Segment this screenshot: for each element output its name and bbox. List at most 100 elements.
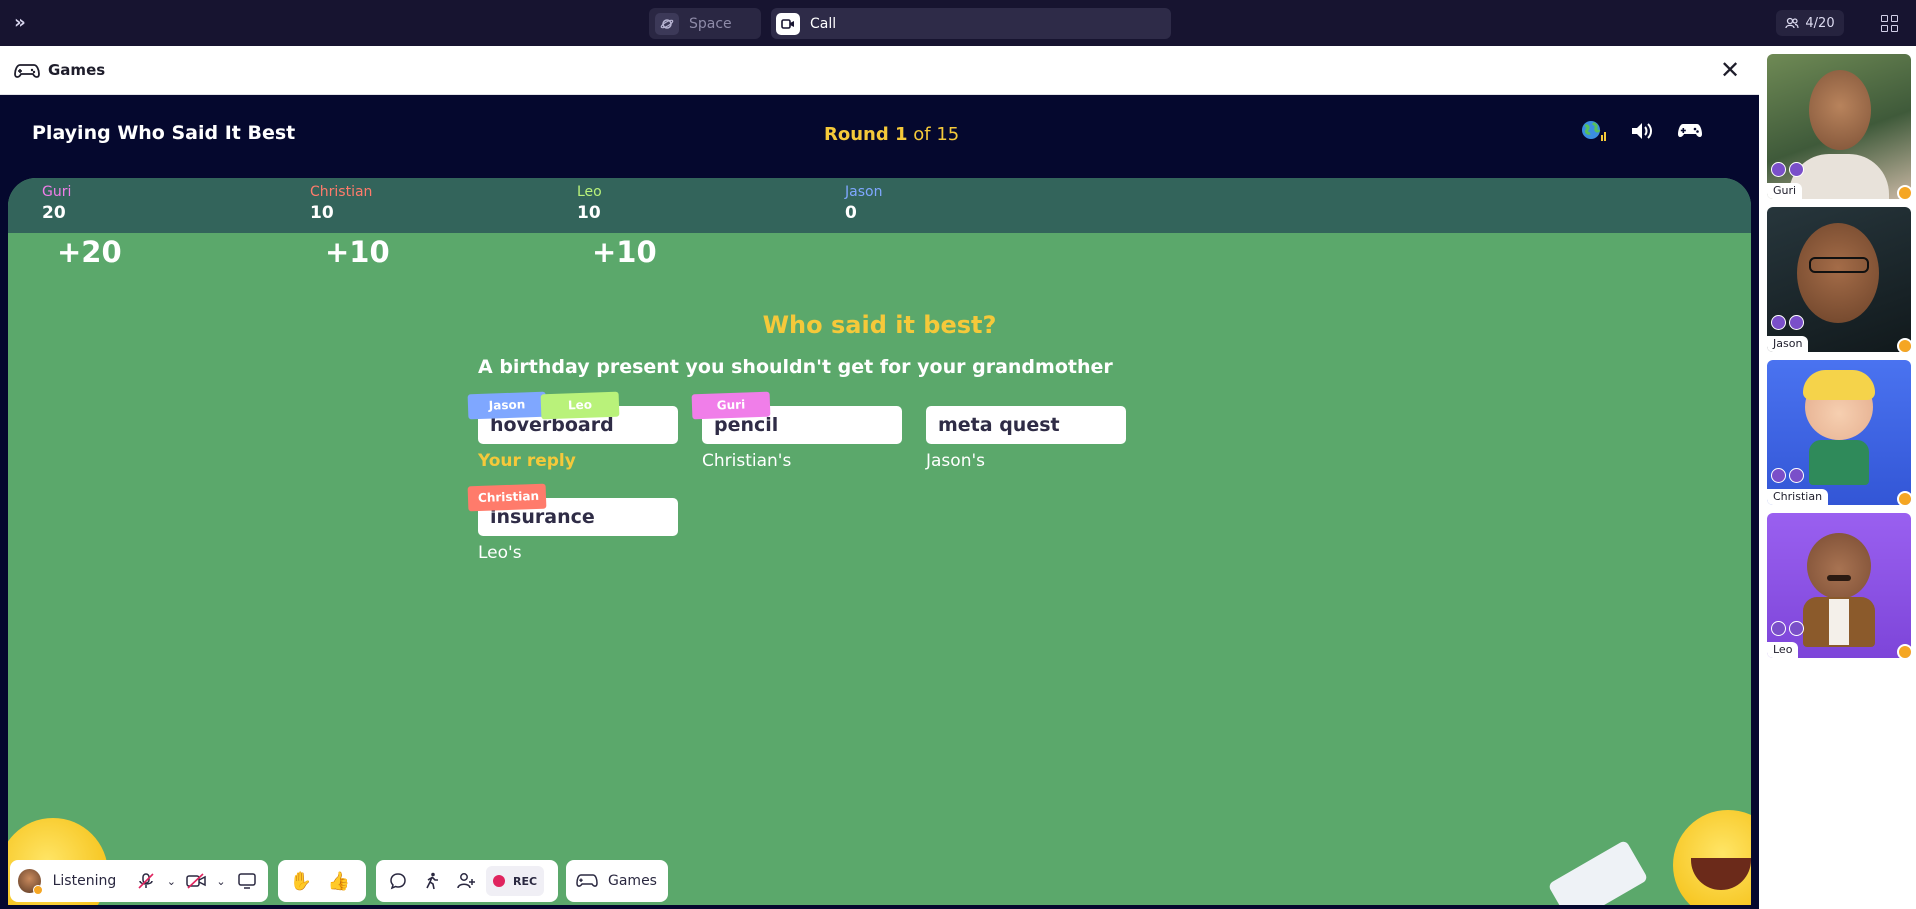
chevron-down-icon[interactable]: ⌄ [165, 866, 178, 896]
participants-count-button[interactable]: 4/20 [1776, 10, 1844, 36]
laughing-emoji-icon [1673, 810, 1751, 905]
score-jason: Jason 0 [845, 184, 882, 223]
grid-layout-icon[interactable] [1877, 12, 1901, 34]
mute-indicators [1771, 621, 1804, 636]
close-icon[interactable]: ✕ [1717, 57, 1743, 83]
camera-off-icon [1789, 315, 1804, 330]
games-panel-header: Games ✕ [0, 46, 1759, 95]
status-badge [1897, 644, 1911, 658]
audio-video-controls: Listening ⌄ ⌄ [10, 860, 268, 902]
chat-icon[interactable] [384, 866, 412, 896]
status-label: Listening [52, 873, 117, 889]
video-camera-icon [776, 12, 800, 35]
answer-owner: Jason's [926, 451, 985, 471]
gamepad-icon[interactable] [1676, 118, 1704, 144]
score-name: Guri [42, 184, 72, 200]
score-delta: +10 [325, 235, 390, 269]
score-name: Christian [310, 184, 373, 200]
answer-card[interactable]: meta quest [926, 406, 1126, 444]
people-icon [1785, 17, 1799, 29]
space-tab-label: Space [689, 15, 732, 32]
gamepad-icon [14, 64, 40, 78]
question-prompt: A birthday present you shouldn't get for… [478, 356, 1113, 378]
participant-name: Guri [1767, 183, 1803, 199]
mic-muted-icon [1771, 162, 1786, 177]
participant-tile-jason[interactable]: Jason [1767, 207, 1911, 352]
call-tab[interactable]: Call [771, 8, 1171, 39]
call-actions: REC [376, 860, 558, 902]
mic-muted-icon [1771, 621, 1786, 636]
speaker-icon[interactable] [1628, 118, 1656, 144]
vote-tag: Christian [467, 483, 547, 512]
participants-panel: Guri Jason Christian Leo [1759, 46, 1916, 909]
score-name: Leo [577, 184, 602, 200]
answer-text: meta quest [938, 414, 1060, 436]
score-points: 0 [845, 203, 857, 223]
score-delta: +10 [592, 235, 657, 269]
record-dot-icon [492, 875, 505, 887]
participant-tile-guri[interactable]: Guri [1767, 54, 1911, 199]
mic-muted-icon[interactable] [134, 866, 159, 896]
record-button[interactable]: REC [486, 866, 544, 896]
gamepad-icon [576, 874, 598, 887]
games-button[interactable]: Games [566, 860, 668, 902]
call-tab-label: Call [810, 15, 837, 32]
game-title: Playing Who Said It Best [32, 122, 296, 144]
vote-tag: Leo [540, 391, 620, 420]
score-delta: +20 [57, 235, 122, 269]
chevron-down-icon[interactable]: ⌄ [214, 866, 227, 896]
games-button-label: Games [608, 873, 657, 889]
score-name: Jason [845, 184, 883, 200]
vote-tag: Jason [467, 391, 547, 420]
camera-off-icon [1789, 162, 1804, 177]
question-heading: Who said it best? [762, 311, 997, 339]
camera-off-icon[interactable] [184, 866, 209, 896]
status-badge [1897, 491, 1911, 505]
top-bar: » Space Call 4/20 [0, 0, 1916, 46]
answer-owner: Leo's [478, 543, 522, 563]
screen-share-icon[interactable] [234, 866, 260, 896]
status-badge [1897, 185, 1911, 199]
round-total: of 15 [913, 124, 960, 145]
camera-off-icon [1789, 468, 1804, 483]
score-points: 10 [577, 203, 601, 223]
reactions-controls: ✋ 👍 [278, 860, 366, 902]
game-controls [1580, 118, 1704, 144]
participant-name: Leo [1767, 642, 1799, 658]
participant-tile-christian[interactable]: Christian [1767, 360, 1911, 505]
participant-name: Christian [1767, 489, 1829, 505]
sock-icon [1547, 839, 1649, 905]
status-badge [1897, 338, 1911, 352]
mic-muted-icon [1771, 315, 1786, 330]
scoreboard: Guri 20 Christian 10 Leo 10 Jason 0 [8, 178, 1751, 233]
mute-indicators [1771, 315, 1804, 330]
participants-count: 4/20 [1805, 15, 1835, 31]
score-guri: Guri 20 [42, 184, 71, 223]
score-leo: Leo 10 [577, 184, 602, 223]
score-christian: Christian 10 [310, 184, 372, 223]
space-tab[interactable]: Space [649, 8, 761, 39]
record-label: REC [512, 874, 538, 888]
score-points: 10 [310, 203, 334, 223]
thumbs-up-icon[interactable]: 👍 [324, 866, 354, 896]
participant-name: Jason [1767, 336, 1809, 352]
answer-owner: Christian's [702, 451, 792, 471]
participant-tile-leo[interactable]: Leo [1767, 513, 1911, 658]
camera-off-icon [1789, 621, 1804, 636]
panel-title: Games [48, 61, 106, 79]
round-current: Round 1 [824, 124, 908, 145]
score-points: 20 [42, 203, 66, 223]
vote-tag: Guri [691, 391, 771, 420]
add-person-icon[interactable] [452, 866, 480, 896]
globe-connection-icon[interactable] [1580, 118, 1608, 144]
walking-person-icon[interactable] [418, 866, 446, 896]
expand-sidebar-icon[interactable]: » [8, 11, 32, 35]
game-board: Guri 20 Christian 10 Leo 10 Jason 0 +20 … [8, 178, 1751, 905]
round-indicator: Round 1 of 15 [824, 124, 959, 145]
mic-muted-icon [1771, 468, 1786, 483]
mute-indicators [1771, 162, 1804, 177]
raise-hand-icon[interactable]: ✋ [286, 866, 316, 896]
avatar[interactable] [18, 869, 43, 895]
mute-indicators [1771, 468, 1804, 483]
answer-owner: Your reply [478, 451, 576, 471]
